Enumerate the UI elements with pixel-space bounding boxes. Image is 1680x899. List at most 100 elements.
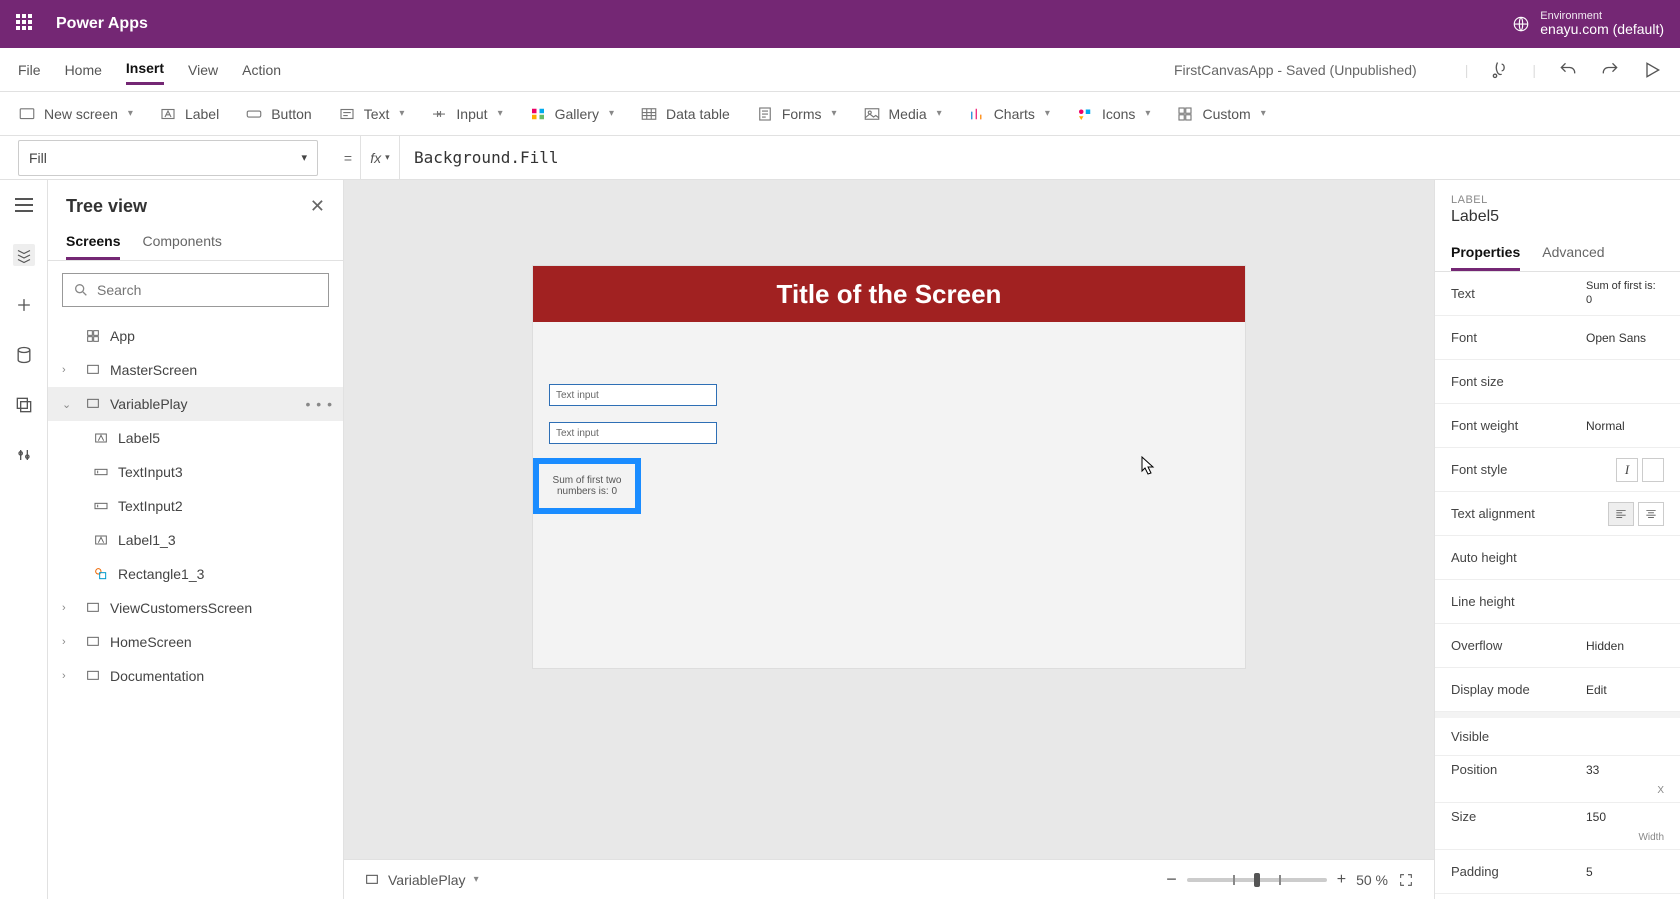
redo-icon[interactable] — [1600, 60, 1620, 80]
new-screen-button[interactable]: New screen▾ — [18, 105, 133, 123]
hamburger-icon[interactable] — [13, 194, 35, 216]
canvas-title-label[interactable]: Title of the Screen — [533, 266, 1245, 322]
input-icon — [430, 105, 448, 123]
prop-lineheight[interactable]: Line height — [1435, 580, 1680, 624]
screen-icon — [364, 872, 380, 888]
zoom-value: 50 % — [1356, 872, 1388, 888]
tree-item-textinput2[interactable]: TextInput2 — [48, 489, 343, 523]
gallery-icon — [529, 105, 547, 123]
play-icon[interactable] — [1642, 60, 1662, 80]
fx-button[interactable]: fx▾ — [360, 136, 400, 179]
left-rail — [0, 180, 48, 899]
prop-autoheight[interactable]: Auto height — [1435, 536, 1680, 580]
menu-action[interactable]: Action — [242, 56, 281, 84]
media-rail-icon[interactable] — [13, 394, 35, 416]
canvas-area: Title of the Screen Text input Text inpu… — [344, 180, 1434, 899]
environment-value: enayu.com (default) — [1540, 22, 1664, 37]
search-input[interactable] — [97, 282, 318, 298]
tree-item-label5[interactable]: Label5 — [48, 421, 343, 455]
tree-item-viewcustomers[interactable]: › ViewCustomersScreen — [48, 591, 343, 625]
prop-fontstyle[interactable]: Font style I — [1435, 448, 1680, 492]
icons-icon — [1076, 105, 1094, 123]
tree-item-app[interactable]: App — [48, 319, 343, 353]
charts-button[interactable]: Charts▾ — [968, 105, 1050, 123]
label-button[interactable]: Label — [159, 105, 219, 123]
tree-view-panel: Tree view ✕ Screens Components App › Mas… — [48, 180, 344, 899]
label-icon — [159, 105, 177, 123]
media-icon — [863, 105, 881, 123]
waffle-icon[interactable] — [16, 14, 36, 34]
align-left-button[interactable] — [1608, 502, 1634, 526]
text-button[interactable]: Text▾ — [338, 105, 405, 123]
search-icon — [73, 282, 89, 298]
prop-fontweight[interactable]: Font weight Normal — [1435, 404, 1680, 448]
screen-switcher[interactable]: VariablePlay ▾ — [364, 872, 479, 888]
tab-screens[interactable]: Screens — [66, 225, 120, 260]
prop-padding[interactable]: Padding 5 — [1435, 850, 1680, 894]
zoom-out-button[interactable]: − — [1166, 869, 1177, 890]
data-table-button[interactable]: Data table — [640, 105, 730, 123]
tab-components[interactable]: Components — [142, 225, 221, 260]
button-icon — [245, 105, 263, 123]
media-button[interactable]: Media▾ — [863, 105, 942, 123]
properties-panel: LABEL Label5 Properties Advanced Text Su… — [1434, 180, 1680, 899]
tree-item-masterscreen[interactable]: › MasterScreen — [48, 353, 343, 387]
canvas-statusbar: VariablePlay ▾ − + 50 % — [344, 859, 1434, 899]
custom-icon — [1176, 105, 1194, 123]
tree-item-textinput3[interactable]: TextInput3 — [48, 455, 343, 489]
gallery-button[interactable]: Gallery▾ — [529, 105, 614, 123]
property-selector[interactable]: Fill▾ — [18, 140, 318, 176]
prop-overflow[interactable]: Overflow Hidden — [1435, 624, 1680, 668]
canvas-textinput-2[interactable]: Text input — [549, 422, 717, 444]
fit-icon[interactable] — [1398, 872, 1414, 888]
canvas-textinput-1[interactable]: Text input — [549, 384, 717, 406]
tree-item-label1-3[interactable]: Label1_3 — [48, 523, 343, 557]
align-center-button[interactable] — [1638, 502, 1664, 526]
zoom-slider[interactable] — [1187, 878, 1327, 882]
add-icon[interactable] — [13, 294, 35, 316]
tree-item-rectangle1-3[interactable]: Rectangle1_3 — [48, 557, 343, 591]
prop-visible[interactable]: Visible — [1435, 712, 1680, 756]
menu-file[interactable]: File — [18, 56, 41, 84]
prop-size[interactable]: Size 150 Width — [1435, 803, 1680, 850]
app-checker-icon[interactable] — [1490, 60, 1510, 80]
button-button[interactable]: Button — [245, 105, 311, 123]
zoom-in-button[interactable]: + — [1337, 871, 1346, 889]
prop-text[interactable]: Text Sum of first is: 0 — [1435, 272, 1680, 316]
forms-button[interactable]: Forms▾ — [756, 105, 837, 123]
tab-advanced[interactable]: Advanced — [1542, 236, 1604, 271]
cursor-icon — [1141, 456, 1155, 476]
undo-icon[interactable] — [1558, 60, 1578, 80]
underline-button[interactable] — [1642, 458, 1664, 482]
tree-item-documentation[interactable]: › Documentation — [48, 659, 343, 693]
tree-item-homescreen[interactable]: › HomeScreen — [48, 625, 343, 659]
prop-displaymode[interactable]: Display mode Edit — [1435, 668, 1680, 712]
menu-view[interactable]: View — [188, 56, 218, 84]
tree-view-icon[interactable] — [13, 244, 35, 266]
environment-switcher[interactable]: Environment enayu.com (default) — [1512, 10, 1664, 37]
menu-insert[interactable]: Insert — [126, 54, 164, 85]
settings-rail-icon[interactable] — [13, 444, 35, 466]
prop-textalign[interactable]: Text alignment — [1435, 492, 1680, 536]
data-icon[interactable] — [13, 344, 35, 366]
tree-item-variableplay[interactable]: ⌄ VariablePlay • • • — [48, 387, 343, 421]
input-button[interactable]: Input▾ — [430, 105, 502, 123]
icons-button[interactable]: Icons▾ — [1076, 105, 1151, 123]
tree-search[interactable] — [62, 273, 329, 307]
canvas-selected-label[interactable]: Sum of first two numbers is: 0 — [533, 458, 641, 514]
zoom-controls: − + 50 % — [1166, 869, 1414, 890]
custom-button[interactable]: Custom▾ — [1176, 105, 1265, 123]
tab-properties[interactable]: Properties — [1451, 236, 1520, 271]
prop-position[interactable]: Position 33 X — [1435, 756, 1680, 803]
prop-fontsize[interactable]: Font size — [1435, 360, 1680, 404]
control-name: Label5 — [1435, 208, 1680, 236]
italic-button[interactable]: I — [1616, 458, 1638, 482]
prop-font[interactable]: Font Open Sans — [1435, 316, 1680, 360]
more-icon[interactable]: • • • — [306, 396, 333, 412]
insert-ribbon: New screen▾ Label Button Text▾ Input▾ Ga… — [0, 92, 1680, 136]
environment-label: Environment — [1540, 10, 1664, 22]
canvas-screen[interactable]: Title of the Screen Text input Text inpu… — [533, 266, 1245, 668]
formula-input[interactable]: Background.Fill — [400, 148, 1680, 167]
menu-home[interactable]: Home — [65, 56, 102, 84]
close-icon[interactable]: ✕ — [310, 196, 325, 217]
